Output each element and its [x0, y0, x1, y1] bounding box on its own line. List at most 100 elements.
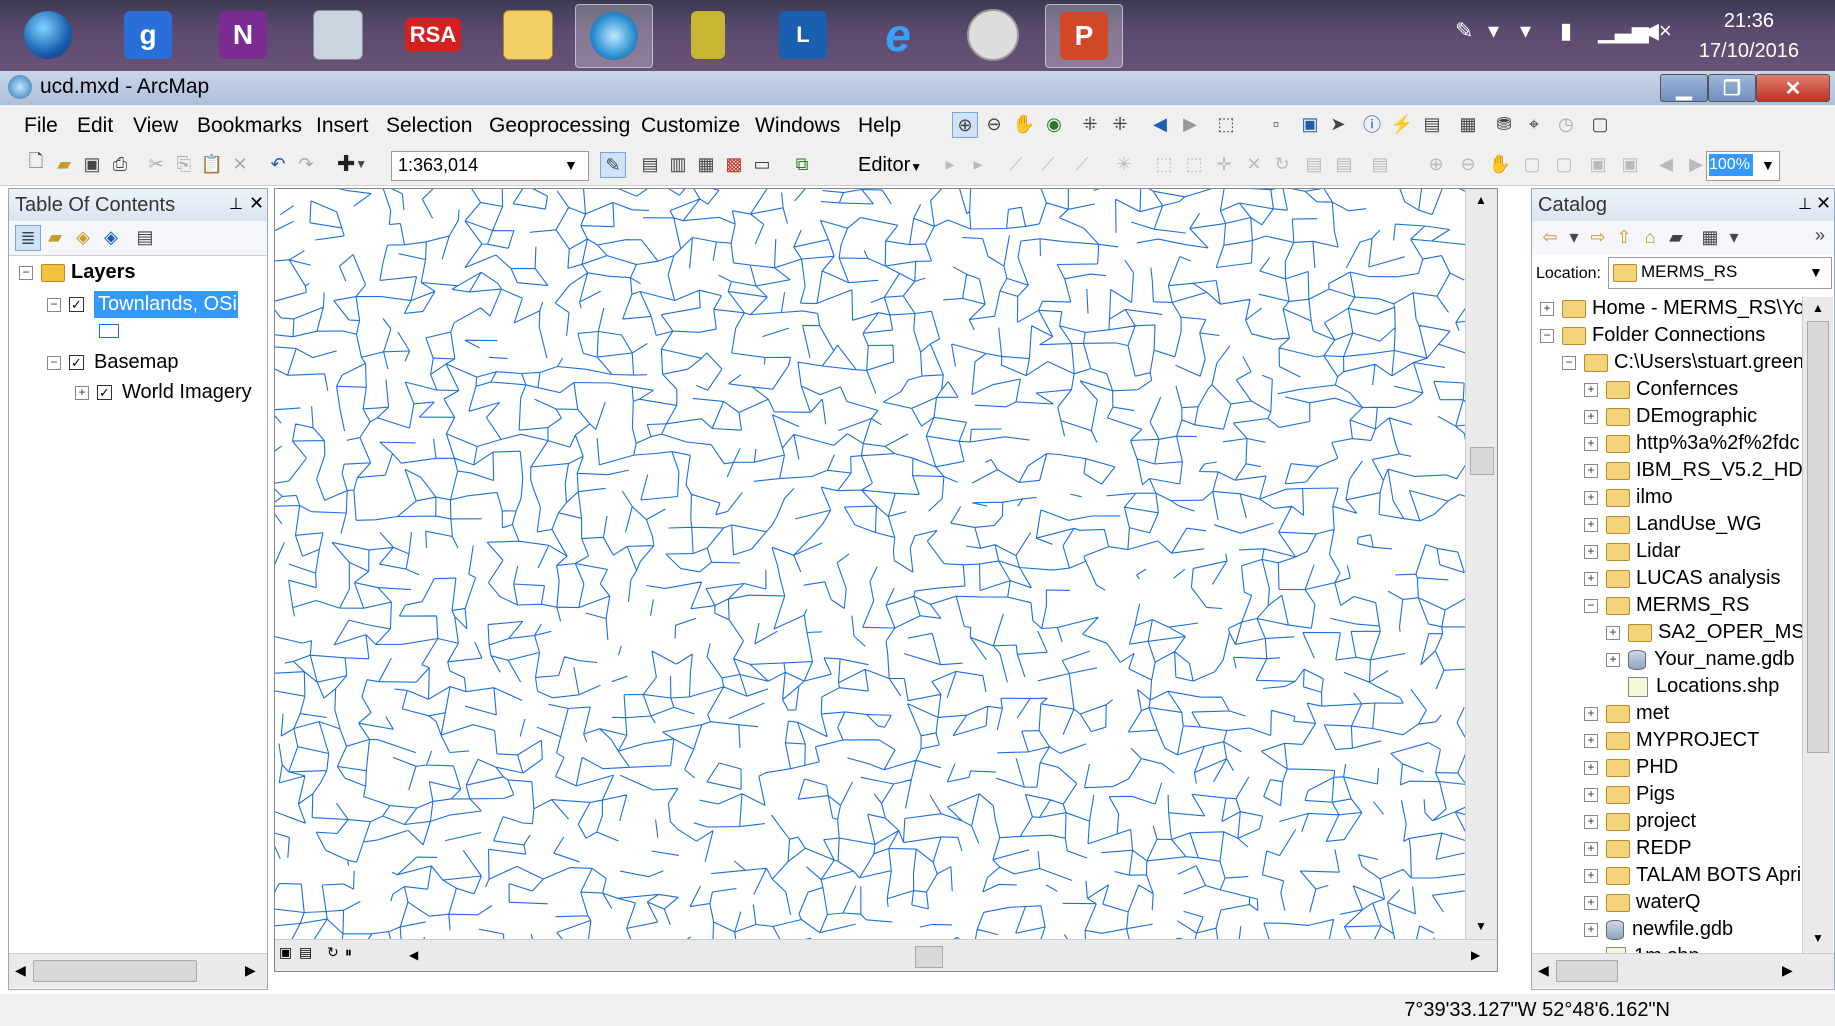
menu-customize[interactable]: Customize	[641, 114, 740, 138]
fixed-zoom-out-icon[interactable]: ⁜	[1108, 112, 1132, 136]
scroll-left-icon[interactable]: ◀	[409, 948, 418, 962]
layout-zoom-out-icon[interactable]: ⊖	[1456, 152, 1480, 176]
catalog-tree-item[interactable]: + Pigs	[1584, 783, 1675, 806]
measure-icon[interactable]: ▦	[1456, 112, 1480, 136]
endpoint-arc-icon[interactable]: ⟋	[1036, 152, 1060, 176]
scroll-left-icon[interactable]: ◀	[1538, 962, 1549, 979]
battery-icon[interactable]: ▮	[1560, 18, 1572, 44]
scroll-thumb[interactable]	[1470, 447, 1494, 475]
scroll-right-icon[interactable]: ▶	[1471, 948, 1480, 962]
chevron-down-icon[interactable]: ▾	[1520, 18, 1531, 44]
catalog-tree-item[interactable]: 1m.shp	[1584, 945, 1700, 953]
catalog-vertical-scrollbar[interactable]: ▲ ▼	[1802, 297, 1833, 953]
expand-icon[interactable]: +	[1584, 490, 1598, 505]
expand-icon[interactable]: +	[1584, 922, 1598, 937]
menu-bookmarks[interactable]: Bookmarks	[197, 114, 302, 138]
expand-icon[interactable]: +	[1584, 436, 1598, 451]
collapse-icon[interactable]: −	[1584, 598, 1598, 613]
layer-visibility-checkbox[interactable]: ✓	[69, 297, 84, 312]
pin-icon[interactable]: ⊥	[229, 194, 243, 214]
catalog-tree-item[interactable]: + newfile.gdb	[1584, 918, 1733, 941]
html-popup-icon[interactable]: ▤	[1420, 112, 1444, 136]
catalog-tree-item[interactable]: + DEmographic	[1584, 405, 1757, 428]
options-icon[interactable]: ▤	[133, 225, 157, 249]
cut-polygons-icon[interactable]: ✛	[1212, 152, 1236, 176]
catalog-tree-item[interactable]: Locations.shp	[1606, 675, 1779, 698]
catalog-tree-item[interactable]: + TALAM BOTS Apri	[1584, 864, 1801, 887]
catalog-tree-item[interactable]: − Folder Connections	[1540, 324, 1765, 347]
expand-icon[interactable]: +	[1584, 841, 1598, 856]
back-layout-icon[interactable]: ◀	[1654, 152, 1678, 176]
taskbar-powerpoint[interactable]: P	[1045, 4, 1123, 68]
layout-zoom-in-icon[interactable]: ⊕	[1424, 152, 1448, 176]
pan-icon[interactable]: ✋	[1012, 112, 1036, 136]
location-combobox[interactable]: MERMS_RS ▼	[1608, 257, 1832, 289]
view-options-icon[interactable]: ▦	[1698, 225, 1722, 249]
save-icon[interactable]: ▣	[80, 152, 104, 176]
taskbar-rsa[interactable]: RSA	[395, 4, 471, 66]
zoom-whole-page-icon[interactable]: ▢	[1520, 152, 1544, 176]
expand-icon[interactable]: +	[1584, 409, 1598, 424]
zoom-100-icon[interactable]: ▢	[1552, 152, 1576, 176]
full-extent-icon[interactable]: ◉	[1042, 112, 1066, 136]
catalog-tree-item[interactable]: − C:\Users\stuart.green\	[1562, 351, 1802, 374]
python-window-icon[interactable]: ▭	[750, 152, 774, 176]
expand-icon[interactable]: +	[1584, 517, 1598, 532]
time-slider-icon[interactable]: ◷	[1554, 112, 1578, 136]
menu-insert[interactable]: Insert	[316, 114, 369, 138]
catalog-window-icon[interactable]: ▥	[666, 152, 690, 176]
list-by-visibility-icon[interactable]: ◈	[71, 225, 95, 249]
list-by-source-icon[interactable]: ▰	[43, 225, 67, 249]
map-horizontal-scrollbar[interactable]: ▣ ▤ ↻ ⏸ ◀ ▶	[275, 939, 1497, 971]
data-view-icon[interactable]: ▣	[279, 944, 292, 961]
layout-view-icon[interactable]: ▤	[299, 944, 312, 961]
cut-icon[interactable]: ✂	[144, 152, 168, 176]
system-clock[interactable]: 21:36 17/10/2016	[1699, 6, 1799, 66]
chevron-down-icon[interactable]: ▾	[1722, 225, 1746, 249]
expand-icon[interactable]: +	[1584, 382, 1598, 397]
home-icon[interactable]: ⌂	[1638, 225, 1662, 249]
sketch-properties-icon[interactable]: ▤	[1332, 152, 1356, 176]
polygon-symbol-icon[interactable]	[99, 324, 119, 338]
scroll-thumb[interactable]	[915, 946, 943, 968]
expand-icon[interactable]: +	[1584, 571, 1598, 586]
editor-menu-button[interactable]: Editor▼	[858, 154, 922, 177]
catalog-tree-item[interactable]: + http%3a%2f%2fdc	[1584, 432, 1799, 455]
close-icon[interactable]: ✕	[1816, 193, 1831, 214]
toolbar-overflow-icon[interactable]: »	[1808, 223, 1832, 247]
up-one-level-icon[interactable]: ⇧	[1612, 225, 1636, 249]
scroll-up-icon[interactable]: ▲	[1475, 193, 1487, 207]
expand-icon[interactable]: +	[1584, 787, 1598, 802]
expand-icon[interactable]: +	[1584, 706, 1598, 721]
catalog-tree-item[interactable]: + waterQ	[1584, 891, 1700, 914]
taskbar-lock[interactable]	[670, 4, 746, 66]
catalog-tree-item[interactable]: − MERMS_RS	[1584, 594, 1749, 617]
catalog-tree-item[interactable]: + Confernces	[1584, 378, 1738, 401]
scroll-right-icon[interactable]: ▶	[1782, 962, 1793, 979]
find-icon[interactable]: ⛃	[1492, 112, 1516, 136]
scroll-left-icon[interactable]: ◀	[15, 962, 26, 979]
expand-icon[interactable]: +	[1606, 652, 1620, 667]
attributes-icon[interactable]: ▤	[1302, 152, 1326, 176]
pin-icon[interactable]: ⊥	[1798, 194, 1812, 214]
menu-geoprocessing[interactable]: Geoprocessing	[489, 114, 630, 138]
expand-icon[interactable]: +	[75, 385, 89, 400]
tray-overflow-icon[interactable]: ▾	[1488, 18, 1499, 44]
hyperlink-icon[interactable]: ⚡	[1390, 112, 1414, 136]
maximize-button[interactable]: ❐	[1708, 74, 1756, 102]
catalog-tree-item[interactable]: + LandUse_WG	[1584, 513, 1762, 536]
menu-view[interactable]: View	[133, 114, 178, 138]
clear-selection-icon[interactable]: ▫	[1264, 112, 1288, 136]
zoom-in-icon[interactable]: ⊕	[952, 112, 978, 138]
fixed-zoom-in-layout-icon[interactable]: ▣	[1586, 152, 1610, 176]
modelbuilder-icon[interactable]: ⧉	[790, 152, 814, 176]
pointer-icon[interactable]: ➤	[1326, 112, 1350, 136]
split-icon[interactable]: ✕	[1242, 152, 1266, 176]
select-elements-icon[interactable]: ▣	[1298, 112, 1322, 136]
straight-segment-icon[interactable]: ⟋	[1004, 152, 1028, 176]
create-viewer-icon[interactable]: ▢	[1588, 112, 1612, 136]
collapse-icon[interactable]: −	[47, 355, 61, 370]
scroll-thumb[interactable]	[1807, 321, 1829, 753]
create-features-icon[interactable]: ▤	[1368, 152, 1392, 176]
pause-drawing-icon[interactable]: ⏸	[345, 944, 352, 961]
